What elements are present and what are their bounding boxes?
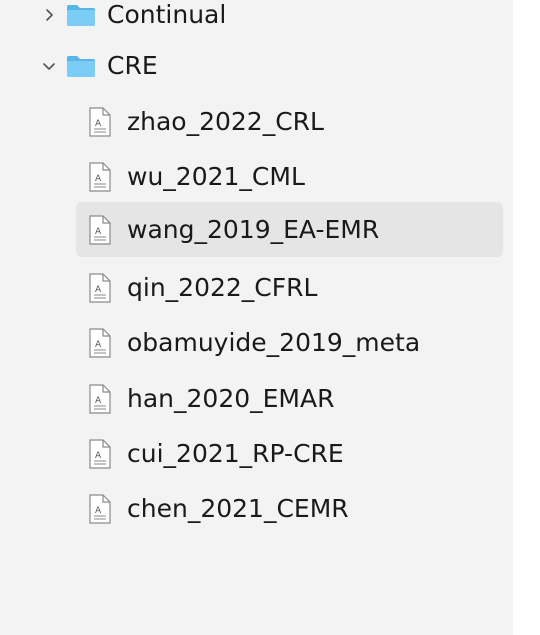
document-icon: A	[88, 493, 112, 524]
file-label: wang_2019_EA-EMR	[127, 215, 380, 244]
svg-text:A: A	[95, 451, 102, 461]
folder-row-continual[interactable]: Continual	[0, 0, 513, 42]
chevron-down-icon[interactable]	[40, 57, 58, 75]
svg-text:A: A	[95, 340, 102, 350]
svg-text:A: A	[95, 396, 102, 406]
file-row-obamuyide-2019-meta[interactable]: A obamuyide_2019_meta	[76, 315, 503, 370]
document-icon: A	[88, 161, 112, 192]
svg-text:A: A	[95, 506, 102, 516]
document-icon: A	[88, 438, 112, 469]
svg-text:A: A	[95, 119, 102, 129]
file-label: obamuyide_2019_meta	[127, 328, 421, 357]
document-icon: A	[88, 383, 112, 414]
content-area-edge	[513, 0, 540, 635]
file-row-wang-2019-ea-emr[interactable]: A wang_2019_EA-EMR	[76, 202, 503, 257]
document-icon: A	[88, 327, 112, 358]
file-label: zhao_2022_CRL	[127, 107, 324, 136]
document-icon: A	[88, 272, 112, 303]
file-label: chen_2021_CEMR	[127, 494, 349, 523]
folder-icon	[66, 54, 96, 78]
svg-text:A: A	[95, 227, 102, 237]
chevron-right-icon[interactable]	[40, 6, 58, 24]
file-row-zhao-2022-crl[interactable]: A zhao_2022_CRL	[76, 94, 503, 149]
file-tree-pane: Continual CRE A zhao_2022_CRL A wu_2021_…	[0, 0, 513, 635]
file-row-chen-2021-cemr[interactable]: A chen_2021_CEMR	[76, 481, 503, 536]
file-label: wu_2021_CML	[127, 162, 305, 191]
svg-text:A: A	[95, 174, 102, 184]
file-row-qin-2022-cfrl[interactable]: A qin_2022_CFRL	[76, 260, 503, 315]
file-label: han_2020_EMAR	[127, 384, 335, 413]
file-label: cui_2021_RP-CRE	[127, 439, 344, 468]
svg-text:A: A	[95, 285, 102, 295]
file-label: qin_2022_CFRL	[127, 273, 318, 302]
folder-row-cre[interactable]: CRE	[0, 38, 513, 93]
file-row-wu-2021-cml[interactable]: A wu_2021_CML	[76, 149, 503, 204]
folder-label: CRE	[107, 51, 158, 80]
file-row-cui-2021-rp-cre[interactable]: A cui_2021_RP-CRE	[76, 426, 503, 481]
document-icon: A	[88, 106, 112, 137]
folder-label: Continual	[107, 0, 227, 29]
file-row-han-2020-emar[interactable]: A han_2020_EMAR	[76, 371, 503, 426]
document-icon: A	[88, 214, 112, 245]
folder-icon	[66, 3, 96, 27]
